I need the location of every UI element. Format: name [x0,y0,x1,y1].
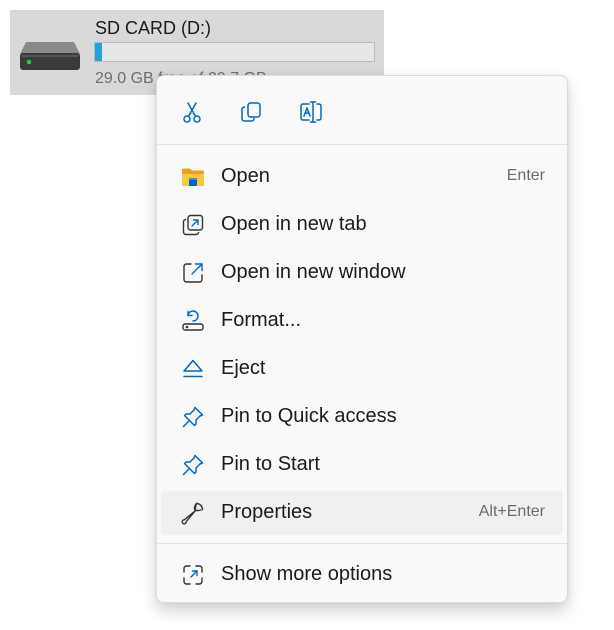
wrench-icon [181,501,205,525]
menu-item-label: Open in new window [221,261,406,283]
new-tab-icon [181,213,205,237]
menu-item-label: Format... [221,309,302,331]
drive-name: SD CARD (D:) [95,18,211,38]
rename-button[interactable] [293,94,329,130]
format-drive-icon [181,309,205,333]
menu-item-open-in-new-window[interactable]: Open in new window [161,251,563,295]
menu-item-shortcut: Alt+Enter [478,503,545,520]
open-external-icon [181,261,205,285]
copy-button[interactable] [233,94,269,130]
menu-divider [157,543,567,544]
folder-icon [181,165,205,189]
menu-item-label: Pin to Start [221,453,320,475]
drive-usage-bar [94,42,375,62]
menu-item-properties[interactable]: Properties Alt+Enter [161,491,563,535]
menu-item-label: Show more options [221,563,393,585]
menu-divider [157,144,567,145]
menu-item-label: Properties [221,501,313,523]
menu-item-label: Pin to Quick access [221,405,397,427]
menu-item-show-more-options[interactable]: Show more options [161,553,563,597]
drive-usage-fill [95,43,102,61]
menu-item-label: Open [221,165,270,187]
rename-icon [298,100,324,124]
context-menu: Open Enter Open in new tab Open in new w… [156,75,568,603]
quick-action-bar [157,76,567,144]
menu-item-label: Eject [221,357,266,379]
menu-item-shortcut: Enter [506,167,545,184]
menu-item-label: Open in new tab [221,213,367,235]
eject-icon [181,357,205,381]
menu-item-open-in-new-tab[interactable]: Open in new tab [161,203,563,247]
scissors-icon [180,100,204,124]
expand-icon [181,563,205,587]
pin-icon [181,405,205,429]
menu-item-open[interactable]: Open Enter [161,155,563,199]
menu-item-format[interactable]: Format... [161,299,563,343]
pin-icon [181,453,205,477]
copy-icon [239,100,263,124]
menu-item-pin-to-start[interactable]: Pin to Start [161,443,563,487]
menu-item-pin-to-quick-access[interactable]: Pin to Quick access [161,395,563,439]
hard-drive-icon [18,41,82,71]
menu-item-eject[interactable]: Eject [161,347,563,391]
cut-button[interactable] [174,94,210,130]
